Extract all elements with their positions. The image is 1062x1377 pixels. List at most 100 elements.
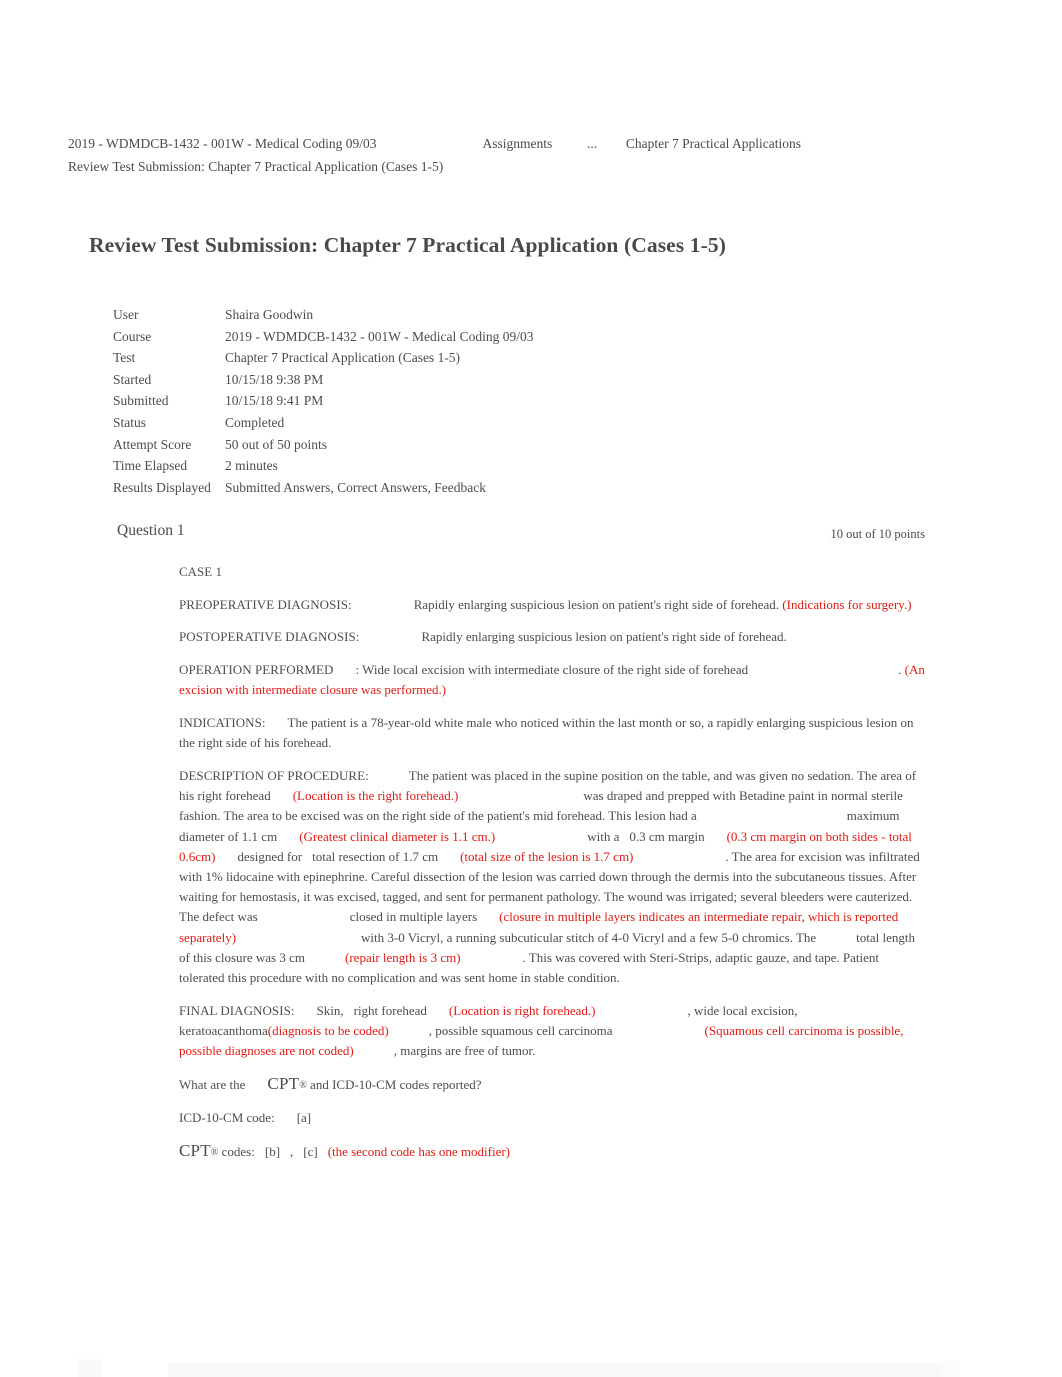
question-title: Question 1 <box>117 522 185 539</box>
table-row: Started 10/15/18 9:38 PM <box>113 371 533 395</box>
page-title: Review Test Submission: Chapter 7 Practi… <box>89 233 726 258</box>
cpt-trademark-prompt: CPT <box>267 1073 300 1093</box>
codes-prompt-tail: and ICD-10-CM codes reported? <box>310 1076 482 1092</box>
submission-metadata-table: User Shaira Goodwin Course 2019 - WDMDCB… <box>113 308 533 502</box>
table-row: User Shaira Goodwin <box>113 308 533 330</box>
question-body: CASE 1 PREOPERATIVE DIAGNOSIS: Rapidly en… <box>179 562 927 1176</box>
table-row: Time Elapsed 2 minutes <box>113 459 533 481</box>
codes-prompt-paragraph: What are the CPT® and ICD-10-CM codes rep… <box>179 1074 927 1096</box>
description-resection: total resection of 1.7 cm <box>312 848 439 864</box>
meta-label-started: Started <box>113 371 152 387</box>
footer-artifact-right <box>942 1361 960 1377</box>
description-with-a: with a <box>587 828 620 844</box>
preoperative-diagnosis-label: PREOPERATIVE DIAGNOSIS: <box>179 596 352 612</box>
operation-performed-period: . <box>898 662 902 678</box>
table-row: Status Completed <box>113 416 533 438</box>
meta-value-results-displayed: Submitted Answers, Correct Answers, Feed… <box>225 479 486 495</box>
meta-value-submitted: 10/15/18 9:41 PM <box>225 393 324 409</box>
final-diagnosis-possible: , possible squamous cell carcinoma <box>428 1022 613 1038</box>
description-location-annotation: (Location is the right forehead.) <box>292 788 459 804</box>
final-diagnosis-margins: , margins are free of tumor. <box>393 1043 536 1059</box>
postoperative-diagnosis-paragraph: POSTOPERATIVE DIAGNOSIS: Rapidly enlargin… <box>179 627 927 647</box>
preoperative-diagnosis-annotation: (Indications for surgery.) <box>782 596 912 612</box>
footer-artifact-center <box>168 1363 958 1377</box>
case-label-text: CASE 1 <box>179 564 222 579</box>
operation-performed-paragraph: OPERATION PERFORMED : Wide local excision… <box>179 660 927 700</box>
cpt-code-blank-c[interactable]: [c] <box>303 1142 317 1162</box>
breadcrumb: 2019 - WDMDCB-1432 - 001W - Medical Codi… <box>68 133 968 178</box>
postoperative-diagnosis-text: Rapidly enlarging suspicious lesion on p… <box>421 629 787 645</box>
table-row: Submitted 10/15/18 9:41 PM <box>113 394 533 416</box>
description-location: his right forehead <box>179 788 271 804</box>
final-diagnosis-skin: Skin, <box>316 1002 344 1018</box>
table-row: Course 2019 - WDMDCB-1432 - 001W - Medic… <box>113 328 534 352</box>
cpt-codes-comma: , <box>290 1143 294 1159</box>
final-diagnosis-label: FINAL DIAGNOSIS: <box>179 1002 295 1018</box>
preoperative-diagnosis-paragraph: PREOPERATIVE DIAGNOSIS: Rapidly enlarging… <box>179 595 927 615</box>
breadcrumb-chapter[interactable]: Chapter 7 Practical Applications <box>626 136 801 151</box>
meta-value-attempt-score: 50 out of 50 points <box>225 436 328 452</box>
cpt-answer-line: CPT® codes: [b], [c] (the second code has o… <box>179 1141 927 1163</box>
description-part-4: with 3-0 Vicryl, a running subcuticular … <box>361 929 817 945</box>
question-points-badge: 10 out of 10 points <box>830 527 925 541</box>
icd-code-label: ICD-10-CM code: <box>179 1110 275 1126</box>
icd-code-blank-a[interactable]: [a] <box>297 1108 311 1128</box>
final-diagnosis-paragraph: FINAL DIAGNOSIS: Skin, right forehead (Loca… <box>179 1001 927 1062</box>
postoperative-diagnosis-label: POSTOPERATIVE DIAGNOSIS: <box>179 629 360 645</box>
meta-value-status: Completed <box>225 414 285 430</box>
meta-label-user: User <box>113 307 139 322</box>
meta-label-submitted: Submitted <box>113 393 169 409</box>
case-label: CASE 1 <box>179 562 927 582</box>
cpt-trademark-label: CPT <box>179 1140 211 1160</box>
meta-label-status: Status <box>113 414 147 430</box>
description-designed-for: designed for <box>237 848 303 864</box>
final-diagnosis-location-annotation: (Location is right forehead.) <box>448 1002 596 1018</box>
icd-answer-line: ICD-10-CM code: [a] <box>179 1108 927 1128</box>
final-diagnosis-keratoacanthoma-annotation: (diagnosis to be coded) <box>267 1022 389 1038</box>
operation-performed-text: : Wide local excision with intermediate … <box>355 662 749 678</box>
description-period-2: . <box>522 949 526 965</box>
final-diagnosis-location: right forehead <box>353 1002 427 1018</box>
meta-label-results-displayed: Results Displayed <box>113 479 211 495</box>
meta-label-course: Course <box>113 328 152 344</box>
indications-text: The patient is a 78-year-old white male … <box>179 715 914 751</box>
cpt-codes-label: codes: <box>221 1143 255 1159</box>
meta-label-test: Test <box>113 350 136 366</box>
description-resection-annotation: (total size of the lesion is 1.7 cm) <box>460 848 634 864</box>
meta-value-test: Chapter 7 Practical Application (Cases 1… <box>225 350 461 366</box>
operation-performed-label: OPERATION PERFORMED <box>179 662 334 678</box>
description-diameter-annotation: (Greatest clinical diameter is 1.1 cm.) <box>299 828 496 844</box>
description-of-procedure-paragraph: DESCRIPTION OF PROCEDURE: The patient was… <box>179 766 927 988</box>
table-row: Attempt Score 50 out of 50 points <box>113 436 533 460</box>
description-period-1: . <box>725 848 729 864</box>
description-closure: closed in multiple layers <box>349 909 478 925</box>
codes-prompt-lead: What are the <box>179 1076 246 1092</box>
registered-icon: ® <box>210 1146 219 1158</box>
final-diagnosis-excision: , wide local excision, <box>687 1002 798 1018</box>
review-test-submission-page: { "breadcrumb": { "course": "2019 - WDMD… <box>0 0 1062 1377</box>
table-row: Test Chapter 7 Practical Application (Ca… <box>113 351 533 373</box>
meta-value-started: 10/15/18 9:38 PM <box>225 371 324 387</box>
meta-value-user: Shaira Goodwin <box>225 307 314 322</box>
meta-value-course: 2019 - WDMDCB-1432 - 001W - Medical Codi… <box>225 328 534 344</box>
description-margin: 0.3 cm margin <box>629 828 705 844</box>
breadcrumb-current: Review Test Submission: Chapter 7 Practi… <box>68 158 444 174</box>
description-of-procedure-label: DESCRIPTION OF PROCEDURE: <box>179 767 369 783</box>
meta-label-time-elapsed: Time Elapsed <box>113 458 188 474</box>
meta-label-attempt-score: Attempt Score <box>113 436 192 452</box>
table-row: Results Displayed Submitted Answers, Cor… <box>113 479 533 503</box>
breadcrumb-course[interactable]: 2019 - WDMDCB-1432 - 001W - Medical Codi… <box>68 133 376 156</box>
breadcrumb-assignments[interactable]: Assignments <box>483 136 553 151</box>
final-diagnosis-keratoacanthoma: keratoacanthoma <box>179 1022 268 1038</box>
description-part-1: The patient was placed in the supine pos… <box>408 767 917 783</box>
registered-icon: ® <box>299 1079 307 1091</box>
footer-cutoff-artifacts <box>0 1351 1062 1377</box>
preoperative-diagnosis-text: Rapidly enlarging suspicious lesion on p… <box>413 596 780 612</box>
footer-artifact-left <box>78 1359 102 1377</box>
cpt-code-blank-b[interactable]: [b] <box>265 1142 280 1162</box>
indications-label: INDICATIONS: <box>179 715 266 731</box>
meta-value-time-elapsed: 2 minutes <box>225 458 278 474</box>
indications-paragraph: INDICATIONS: The patient is a 78-year-old… <box>179 713 927 753</box>
description-part-2: was draped and prepped with Betadine pai… <box>179 788 903 824</box>
breadcrumb-ellipsis-icon[interactable]: ... <box>587 136 597 151</box>
